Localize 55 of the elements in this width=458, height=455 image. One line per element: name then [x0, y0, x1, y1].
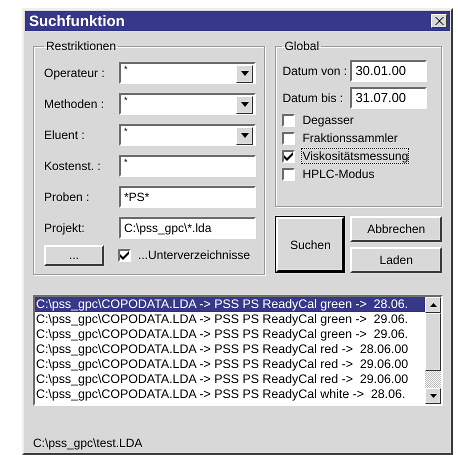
- dropdown-arrow-icon: [240, 71, 248, 76]
- list-item[interactable]: C:\pss_gpc\COPODATA.LDA -> PSS PS ReadyCal green -> 29.06.: [35, 327, 425, 342]
- scrollbar[interactable]: [425, 297, 441, 404]
- dropdown-field[interactable]: *: [119, 62, 256, 84]
- input-field[interactable]: C:\pss_gpc\*.lda: [119, 216, 256, 238]
- field-label: Operateur :: [44, 66, 106, 80]
- checkbox[interactable]: [118, 248, 131, 262]
- checkbox[interactable]: [282, 132, 296, 144]
- checkbox[interactable]: [282, 114, 296, 126]
- field-label: Eluent :: [44, 128, 86, 142]
- list-item[interactable]: C:\pss_gpc\COPODATA.LDA -> PSS PS ReadyCal red -> 29.06.00: [35, 372, 425, 387]
- list-item[interactable]: C:\pss_gpc\COPODATA.LDA -> PSS PS ReadyCal red -> 28.06.00: [35, 342, 425, 357]
- dropdown-arrow-icon: [240, 133, 248, 138]
- down-arrow-icon: [430, 394, 436, 398]
- dropdown-button[interactable]: [236, 64, 253, 82]
- date-field[interactable]: 31.07.00: [350, 86, 428, 108]
- dropdown-field[interactable]: *: [119, 92, 256, 114]
- field-label: Datum bis :: [282, 90, 344, 104]
- close-button[interactable]: [431, 14, 447, 28]
- list-item[interactable]: C:\pss_gpc\COPODATA.LDA -> PSS PS ReadyCal green -> 28.06.: [35, 297, 425, 312]
- checkbox-label: ...Unterverzeichnisse: [138, 248, 250, 262]
- field-label: Kostenst. :: [44, 158, 102, 172]
- checkbox[interactable]: [282, 168, 296, 180]
- browse-button[interactable]: ...: [44, 244, 104, 266]
- checkbox-label: Degasser: [302, 113, 354, 127]
- status-text: C:\pss_gpc\test.LDA: [33, 436, 144, 450]
- group-title: Global: [283, 39, 320, 53]
- search-button[interactable]: Suchen: [275, 216, 346, 273]
- up-arrow-icon: [430, 303, 436, 307]
- dropdown-button[interactable]: [236, 96, 253, 114]
- scroll-thumb[interactable]: [425, 313, 441, 371]
- input-field[interactable]: *: [119, 154, 256, 176]
- scroll-up-button[interactable]: [425, 297, 441, 313]
- field-label: Datum von :: [282, 64, 348, 78]
- dropdown-field[interactable]: *: [119, 124, 256, 146]
- field-label: Proben :: [44, 190, 90, 204]
- dropdown-button[interactable]: [236, 126, 253, 144]
- load-button[interactable]: Laden: [350, 247, 442, 273]
- window-title: Suchfunktion: [29, 12, 125, 30]
- group-title: Restriktionen: [45, 39, 118, 53]
- field-label: Projekt:: [44, 220, 86, 234]
- checkbox-label: Viskositätsmessung: [302, 149, 408, 163]
- checkbox-label: HPLC-Modus: [302, 167, 374, 181]
- checkbox[interactable]: [282, 150, 296, 162]
- field-label: Methoden :: [44, 96, 106, 110]
- checkbox-label: Fraktionssammler: [302, 131, 398, 145]
- list-item[interactable]: C:\pss_gpc\COPODATA.LDA -> PSS PS ReadyCal red -> 29.06.00: [35, 357, 425, 372]
- input-field[interactable]: *PS*: [119, 186, 256, 208]
- list-item[interactable]: C:\pss_gpc\COPODATA.LDA -> PSS PS ReadyCal green -> 29.06.: [35, 312, 425, 327]
- scroll-down-button[interactable]: [425, 388, 441, 404]
- dropdown-arrow-icon: [240, 102, 248, 107]
- close-icon: [434, 17, 444, 25]
- list-item[interactable]: C:\pss_gpc\COPODATA.LDA -> PSS PS ReadyCal white -> 28.06.: [35, 387, 425, 402]
- cancel-button[interactable]: Abbrechen: [350, 216, 442, 242]
- date-field[interactable]: 30.01.00: [350, 60, 428, 82]
